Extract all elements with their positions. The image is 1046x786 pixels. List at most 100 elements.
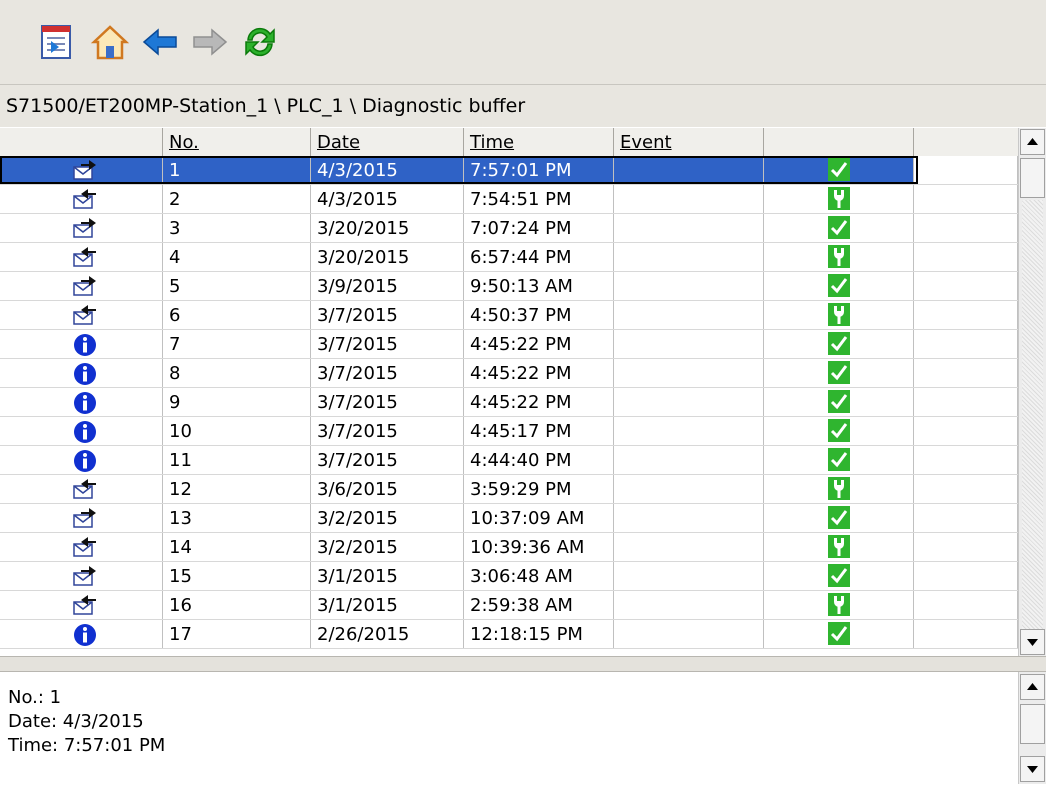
- table-row[interactable]: 15 3/1/2015 3:06:48 AM: [0, 562, 1018, 591]
- cell-type-icon: [0, 301, 163, 329]
- table-row[interactable]: 13 3/2/2015 10:37:09 AM: [0, 504, 1018, 533]
- cell-no: 9: [163, 388, 311, 416]
- export-icon[interactable]: [37, 22, 77, 62]
- cell-extra: [914, 417, 1018, 445]
- cell-date: 3/9/2015: [311, 272, 464, 300]
- panel-splitter[interactable]: [0, 656, 1046, 672]
- check-icon: [828, 390, 850, 413]
- table-row[interactable]: 16 3/1/2015 2:59:38 AM: [0, 591, 1018, 620]
- refresh-icon[interactable]: [240, 22, 280, 62]
- table-row[interactable]: 4 3/20/2015 6:57:44 PM: [0, 243, 1018, 272]
- column-header-time[interactable]: Time: [464, 128, 614, 156]
- column-header-status[interactable]: [764, 128, 914, 156]
- cell-time: 4:45:22 PM: [464, 359, 614, 387]
- incoming-message-icon: [73, 565, 97, 587]
- cell-extra: [914, 359, 1018, 387]
- cell-time: 9:50:13 AM: [464, 272, 614, 300]
- cell-type-icon: [0, 417, 163, 445]
- table-row[interactable]: 11 3/7/2015 4:44:40 PM: [0, 446, 1018, 475]
- table-row[interactable]: 2 4/3/2015 7:54:51 PM: [0, 185, 1018, 214]
- table-row[interactable]: 8 3/7/2015 4:45:22 PM: [0, 359, 1018, 388]
- cell-no: 16: [163, 591, 311, 619]
- table-row[interactable]: 7 3/7/2015 4:45:22 PM: [0, 330, 1018, 359]
- scroll-thumb[interactable]: [1020, 158, 1045, 198]
- cell-event: [614, 185, 764, 213]
- table-header: No. Date Time Event: [0, 128, 1018, 157]
- forward-arrow-icon[interactable]: [190, 22, 230, 62]
- incoming-message-icon: [73, 217, 97, 239]
- cell-time: 7:07:24 PM: [464, 214, 614, 242]
- table-row[interactable]: 10 3/7/2015 4:45:17 PM: [0, 417, 1018, 446]
- scroll-down-button[interactable]: [1020, 629, 1045, 655]
- table-row[interactable]: 12 3/6/2015 3:59:29 PM: [0, 475, 1018, 504]
- cell-time: 10:37:09 AM: [464, 504, 614, 532]
- column-header-no[interactable]: No.: [163, 128, 311, 156]
- wrench-icon: [828, 187, 850, 210]
- details-scrollbar[interactable]: [1018, 672, 1046, 784]
- wrench-icon: [828, 593, 850, 616]
- cell-extra: [914, 243, 1018, 271]
- cell-type-icon: [0, 388, 163, 416]
- cell-time: 3:06:48 AM: [464, 562, 614, 590]
- details-scroll-thumb[interactable]: [1020, 704, 1045, 744]
- cell-date: 3/1/2015: [311, 591, 464, 619]
- scroll-up-button[interactable]: [1020, 129, 1045, 155]
- cell-event: [614, 417, 764, 445]
- home-icon[interactable]: [90, 22, 130, 62]
- cell-extra: [914, 388, 1018, 416]
- scroll-track[interactable]: [1022, 200, 1043, 630]
- cell-type-icon: [0, 272, 163, 300]
- cell-type-icon: [0, 214, 163, 242]
- breadcrumb: S71500/ET200MP-Station_1 \ PLC_1 \ Diagn…: [0, 85, 1046, 127]
- cell-event: [614, 562, 764, 590]
- back-arrow-icon[interactable]: [140, 22, 180, 62]
- cell-no: 11: [163, 446, 311, 474]
- table-row[interactable]: 3 3/20/2015 7:07:24 PM: [0, 214, 1018, 243]
- cell-date: 4/3/2015: [311, 156, 464, 184]
- table-row[interactable]: 9 3/7/2015 4:45:22 PM: [0, 388, 1018, 417]
- table-row[interactable]: 14 3/2/2015 10:39:36 AM: [0, 533, 1018, 562]
- table-row[interactable]: 5 3/9/2015 9:50:13 AM: [0, 272, 1018, 301]
- wrench-icon: [828, 477, 850, 500]
- cell-no: 12: [163, 475, 311, 503]
- cell-type-icon: [0, 591, 163, 619]
- wrench-icon: [828, 535, 850, 558]
- cell-time: 10:39:36 AM: [464, 533, 614, 561]
- cell-extra: [914, 214, 1018, 242]
- column-header-icon[interactable]: [0, 128, 163, 156]
- table-scrollbar[interactable]: [1018, 128, 1046, 656]
- cell-no: 8: [163, 359, 311, 387]
- cell-date: 3/7/2015: [311, 301, 464, 329]
- details-scroll-up-button[interactable]: [1020, 674, 1045, 700]
- check-icon: [828, 216, 850, 239]
- cell-date: 3/2/2015: [311, 504, 464, 532]
- cell-date: 2/26/2015: [311, 620, 464, 648]
- cell-time: 7:54:51 PM: [464, 185, 614, 213]
- cell-extra: [914, 301, 1018, 329]
- details-scroll-down-button[interactable]: [1020, 756, 1045, 782]
- table-row[interactable]: 1 4/3/2015 7:57:01 PM: [0, 156, 1018, 185]
- cell-date: 3/7/2015: [311, 388, 464, 416]
- cell-no: 6: [163, 301, 311, 329]
- table-row[interactable]: 6 3/7/2015 4:50:37 PM: [0, 301, 1018, 330]
- cell-no: 13: [163, 504, 311, 532]
- cell-no: 7: [163, 330, 311, 358]
- cell-date: 4/3/2015: [311, 185, 464, 213]
- incoming-message-icon: [73, 275, 97, 297]
- cell-time: 4:44:40 PM: [464, 446, 614, 474]
- cell-event: [614, 330, 764, 358]
- cell-date: 3/6/2015: [311, 475, 464, 503]
- cell-date: 3/2/2015: [311, 533, 464, 561]
- column-header-date[interactable]: Date: [311, 128, 464, 156]
- cell-type-icon: [0, 156, 163, 184]
- cell-no: 2: [163, 185, 311, 213]
- cell-time: 4:45:17 PM: [464, 417, 614, 445]
- check-icon: [828, 158, 850, 181]
- check-icon: [828, 448, 850, 471]
- info-icon: [73, 449, 97, 472]
- table-row[interactable]: 17 2/26/2015 12:18:15 PM: [0, 620, 1018, 649]
- column-header-event[interactable]: Event: [614, 128, 764, 156]
- cell-event: [614, 446, 764, 474]
- cell-type-icon: [0, 185, 163, 213]
- check-icon: [828, 564, 850, 587]
